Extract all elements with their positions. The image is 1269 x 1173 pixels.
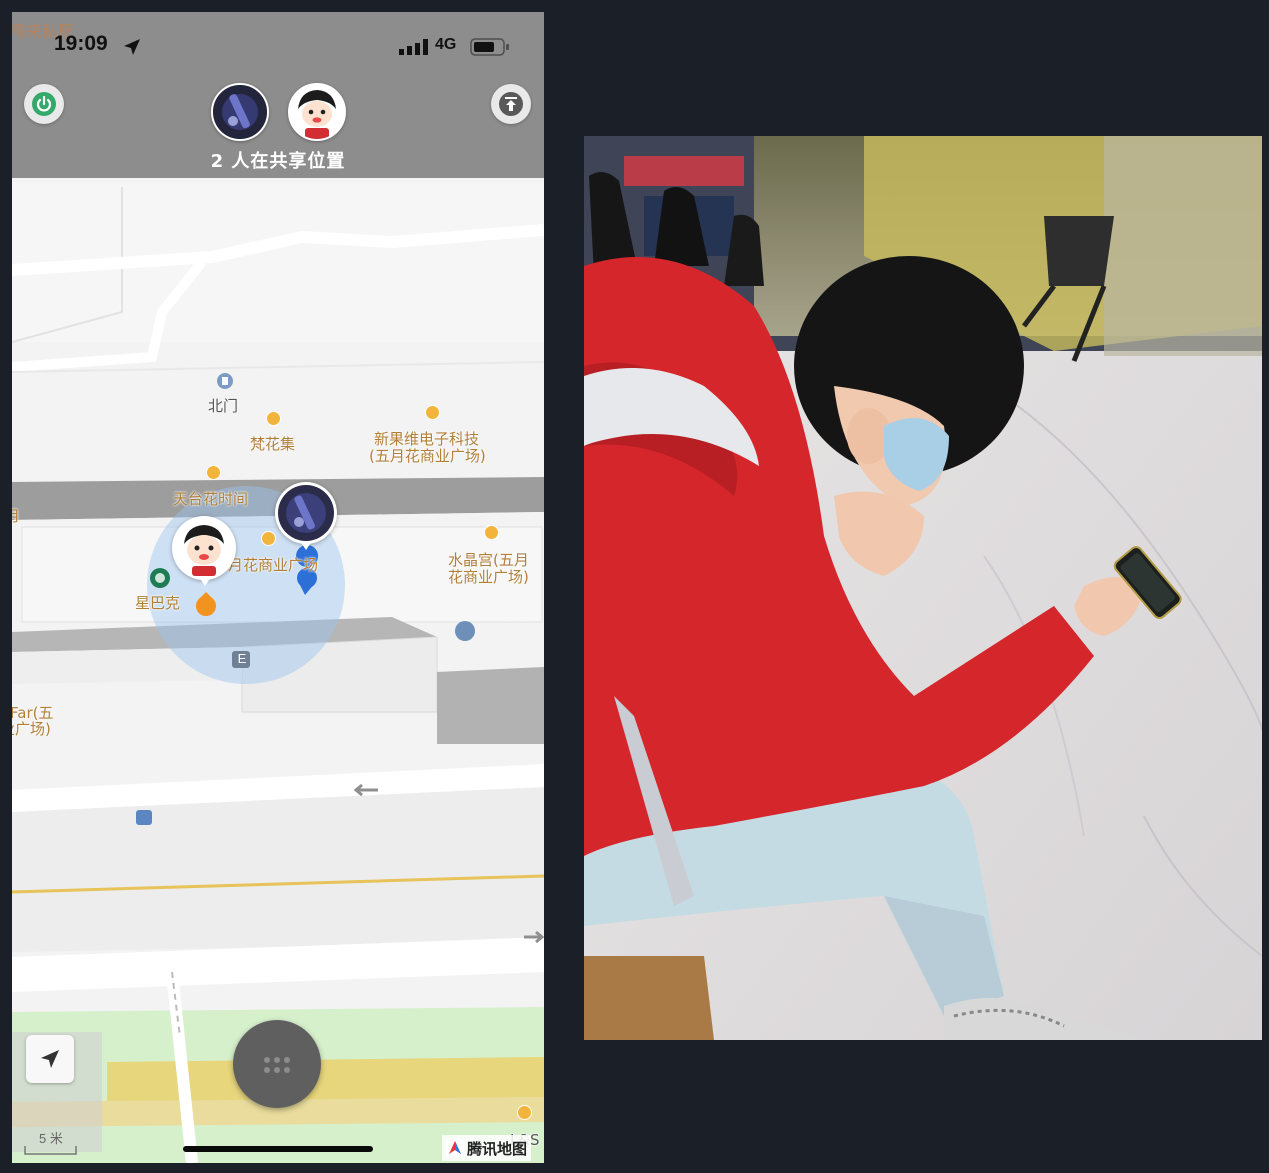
poi-label-north-gate[interactable]: 北门 [208, 398, 238, 415]
network-type: 4G [435, 36, 457, 53]
poi-label-fanhuaji[interactable]: 梵花集 [250, 436, 295, 453]
share-count-text: 2 人在共享位置 [210, 151, 346, 172]
poi-label-xinguowei-sub[interactable]: (五月花商业广场) [369, 448, 486, 465]
poi-label-tiantai[interactable]: 天台花时间 [173, 491, 248, 508]
upload-icon [499, 92, 523, 116]
share-avatar-cartoon[interactable] [288, 83, 346, 141]
home-indicator[interactable] [183, 1146, 373, 1152]
poi-icon [266, 411, 281, 426]
map-avatar-cartoon[interactable] [172, 516, 236, 586]
scale-label: 5 米 [39, 1131, 63, 1146]
menu-button[interactable] [233, 1020, 321, 1108]
menu-grid-icon [264, 1057, 290, 1073]
entrance-label: E [237, 651, 247, 666]
cartoon-boy-avatar-icon [175, 519, 233, 577]
battery-icon [470, 38, 509, 56]
tencent-map-logo-icon [446, 1139, 464, 1157]
poi-label-shuijinggong-sub[interactable]: 花商业广场) [448, 569, 529, 586]
share-header: 得来私厨 19:09 4G 2 人在共享位置 [12, 12, 544, 178]
poi-icon [484, 525, 499, 540]
brand-label: 腾讯地图 [467, 1139, 528, 1158]
poi-icon [261, 531, 276, 546]
status-time: 19:09 [54, 32, 108, 55]
phone-screenshot: 北门 梵花集 新果维电子科技 (五月花商业广场) 天台花时间 月花商业广场 水晶… [12, 12, 544, 1163]
poi-icon [206, 465, 221, 480]
power-button[interactable] [24, 84, 64, 124]
compass-icon [41, 1050, 59, 1068]
location-arrow-icon [124, 39, 140, 55]
poi-icon [425, 405, 440, 420]
poi-label-shuijinggong[interactable]: 水晶宫(五月 [448, 552, 529, 569]
signal-icon [399, 39, 428, 55]
photo-illustration [584, 136, 1262, 1040]
poi-label-wuyuehua[interactable]: 月花商业广场 [228, 557, 318, 574]
photo-boy-with-phone [584, 136, 1262, 1040]
poi-label-starbucks[interactable]: 星巴克 [135, 595, 180, 612]
poi-label-far-sub[interactable]: 业广场) [12, 721, 51, 738]
dark-photo-avatar-icon [213, 85, 267, 139]
poi-icon [517, 1105, 532, 1120]
map-brand: 腾讯地图 [442, 1135, 532, 1161]
poi-label-left-edge[interactable]: 月 [12, 508, 20, 525]
dark-photo-avatar-icon [278, 485, 334, 541]
poi-label-xinguowei[interactable]: 新果维电子科技 [374, 431, 479, 448]
map-avatar-dark[interactable] [275, 482, 337, 550]
collapse-button[interactable] [491, 84, 531, 124]
power-icon [32, 92, 56, 116]
cartoon-boy-avatar-icon [290, 85, 344, 139]
share-avatar-dark[interactable] [211, 83, 269, 141]
locate-button[interactable] [26, 1035, 74, 1083]
map-view[interactable] [12, 12, 544, 1163]
